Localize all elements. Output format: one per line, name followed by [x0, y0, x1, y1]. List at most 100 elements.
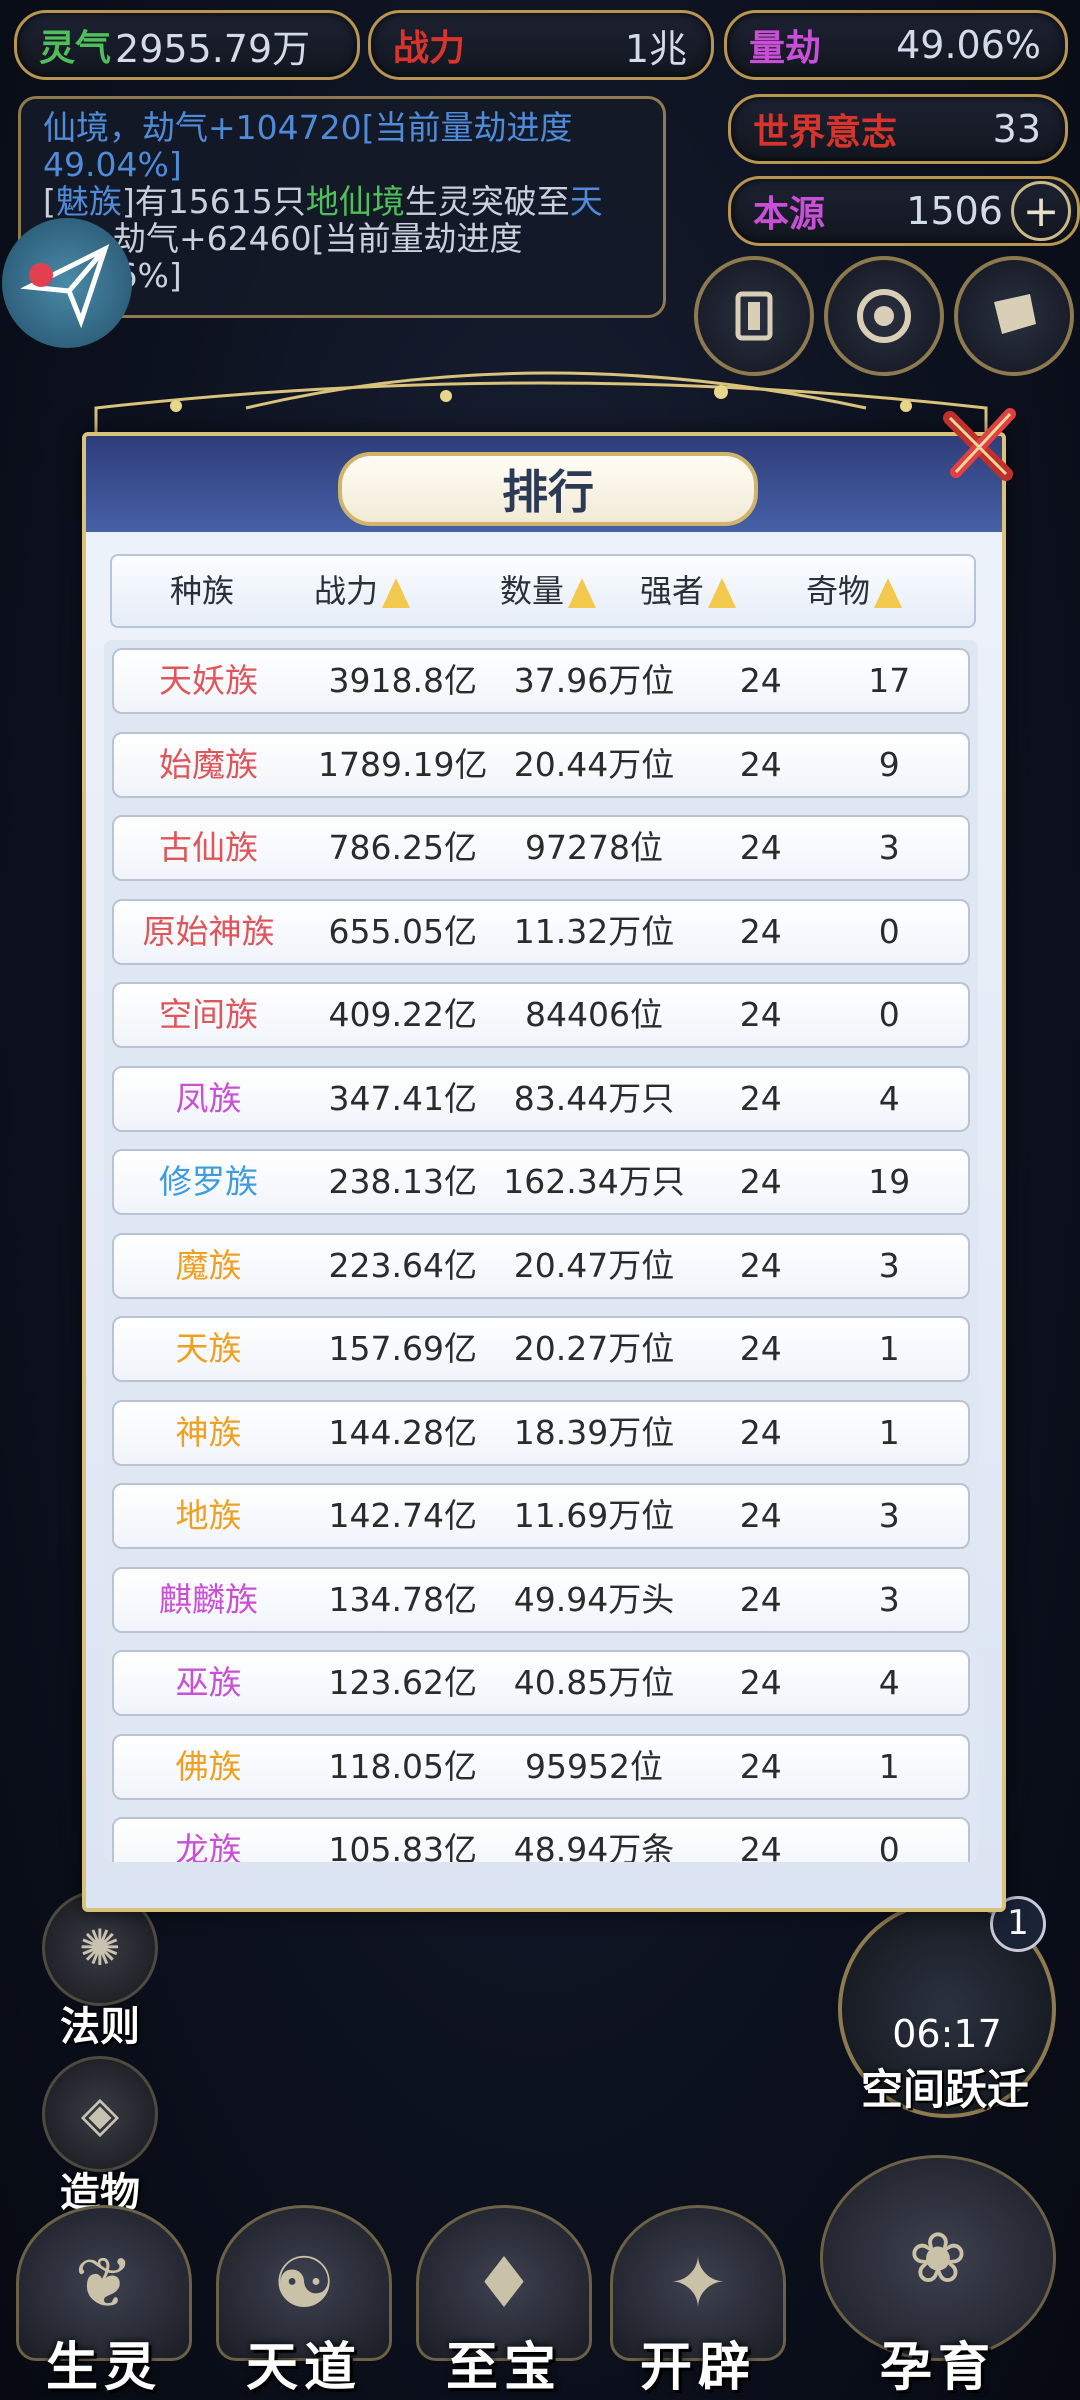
race-cell: 龙族 [175, 1830, 242, 1862]
items-cell: 3 [878, 1496, 900, 1535]
items-cell: 3 [878, 1579, 900, 1619]
count-cell: 20.44万位 [513, 744, 675, 784]
table-row[interactable]: 修罗族 238.13亿 162.34万只 24 19 [112, 1149, 970, 1215]
items-cell: 0 [878, 995, 900, 1034]
zhanli-pill: 战力 1兆 [368, 10, 714, 80]
creation-icon: ◈ [42, 2056, 158, 2172]
race-cell: 凤族 [175, 1078, 242, 1118]
lingqi-label: 灵气 [39, 28, 112, 69]
nav-tiandao[interactable]: ☯ 天道 [214, 2205, 394, 2400]
strong-cell: 24 [739, 1830, 782, 1862]
count-cell: 37.96万位 [513, 661, 675, 700]
table-row[interactable]: 地族 142.74亿 11.69万位 24 3 [112, 1483, 970, 1549]
race-cell: 巫族 [175, 1663, 242, 1702]
table-row[interactable]: 神族 144.28亿 18.39万位 24 1 [112, 1399, 970, 1466]
items-cell: 19 [868, 1162, 911, 1201]
lingqi-value: 2955.79万 [115, 26, 311, 71]
portal-button[interactable] [824, 256, 944, 376]
sort-arrow-icon [874, 578, 902, 608]
panel-title: 排行 [338, 452, 758, 526]
strong-cell: 24 [739, 661, 782, 700]
log-line-1: 仙境，劫气+104720[当前量劫进度49.04%] [43, 108, 573, 184]
strong-cell: 24 [739, 1162, 782, 1201]
race-cell: 佛族 [175, 1746, 242, 1786]
side-menu-zao[interactable]: ◈ 造物 [36, 2056, 164, 2218]
strong-cell: 24 [739, 1663, 782, 1702]
count-cell: 84406位 [525, 995, 663, 1034]
items-cell: 4 [878, 1078, 900, 1118]
book-button[interactable] [694, 256, 814, 376]
nav-zhibao[interactable]: ♦ 至宝 [414, 2205, 594, 2400]
sort-arrow-icon [568, 578, 596, 608]
items-cell: 1 [878, 1412, 900, 1452]
sort-by-items[interactable]: 奇物 [774, 556, 934, 626]
race-cell: 修罗族 [159, 1162, 259, 1201]
table-row[interactable]: 麒麟族 134.78亿 49.94万头 24 3 [112, 1566, 970, 1633]
paper-plane-icon [20, 244, 110, 329]
shijie-value: 33 [992, 107, 1041, 151]
items-cell: 3 [878, 828, 900, 867]
count-cell: 97278位 [525, 828, 663, 867]
nav-kaipi[interactable]: ✦ 开辟 [608, 2205, 788, 2400]
log-text: [ [43, 182, 56, 221]
strong-cell: 24 [739, 1078, 782, 1118]
nav-kaipi-label: 开辟 [639, 2338, 756, 2398]
race-cell: 天妖族 [159, 661, 259, 700]
header-count-label: 数量 [499, 572, 564, 610]
header-race: 种族 [112, 556, 292, 626]
log-text: 生灵突破至 [404, 182, 570, 221]
scroll-button[interactable] [954, 256, 1074, 376]
table-row[interactable]: 佛族 118.05亿 95952位 24 1 [112, 1733, 970, 1800]
liangjie-value: 49.06% [896, 23, 1041, 67]
ranking-list[interactable]: 天妖族 3918.8亿 37.96万位 24 17 始魔族 1789.19亿 20.44万位 2… [104, 640, 978, 1862]
strong-cell: 24 [739, 1245, 782, 1285]
table-row[interactable]: 空间族 409.22亿 84406位 24 0 [112, 982, 970, 1048]
items-cell: 4 [878, 1663, 900, 1702]
table-row[interactable]: 天妖族 3918.8亿 37.96万位 24 17 [112, 648, 970, 714]
race-cell: 天族 [175, 1329, 242, 1368]
log-line-4: 49.06%] [43, 257, 641, 294]
side-menu-fa[interactable]: ✺ 法则 [36, 1890, 164, 2052]
lingqi-pill: 灵气 2955.79万 [14, 10, 360, 80]
add-benyuan-button[interactable]: + [1011, 181, 1071, 241]
table-row[interactable]: 凤族 347.41亿 83.44万只 24 4 [112, 1065, 970, 1132]
count-cell: 20.27万位 [513, 1329, 675, 1368]
strong-cell: 24 [739, 828, 782, 867]
count-cell: 48.94万条 [513, 1830, 675, 1862]
benyuan-label: 本源 [753, 194, 826, 235]
close-button[interactable] [936, 398, 1026, 488]
count-cell: 83.44万只 [513, 1078, 675, 1118]
log-race: 魅族 [55, 182, 122, 221]
race-cell: 神族 [175, 1412, 242, 1452]
table-row[interactable]: 巫族 123.62亿 40.85万位 24 4 [112, 1650, 970, 1716]
table-row[interactable]: 天族 157.69亿 20.27万位 24 1 [112, 1316, 970, 1382]
strong-cell: 24 [739, 1412, 782, 1452]
table-row[interactable]: 始魔族 1789.19亿 20.44万位 24 9 [112, 731, 970, 798]
table-row[interactable]: 古仙族 786.25亿 97278位 24 3 [112, 815, 970, 881]
header-race-label: 种族 [169, 572, 234, 610]
count-cell: 20.47万位 [513, 1245, 675, 1285]
strong-cell: 24 [739, 1329, 782, 1368]
scroll-icon [994, 294, 1036, 334]
shijie-label: 世界意志 [753, 112, 898, 153]
nav-yunyu-label: 孕育 [879, 2338, 996, 2398]
strong-cell: 24 [739, 744, 782, 784]
sort-by-count[interactable]: 数量 [458, 556, 638, 626]
count-cell: 11.69万位 [513, 1496, 675, 1535]
zhanli-value: 1兆 [624, 26, 687, 71]
table-row[interactable]: 魔族 223.64亿 20.47万位 24 3 [112, 1232, 970, 1299]
race-cell: 始魔族 [159, 744, 259, 784]
nav-shengling[interactable]: ❦ 生灵 [14, 2205, 194, 2400]
shijie-pill: 世界意志 33 [728, 94, 1068, 164]
table-row[interactable]: 龙族 105.83亿 48.94万条 24 0 [112, 1817, 970, 1862]
table-row[interactable]: 原始神族 655.05亿 11.32万位 24 0 [112, 898, 970, 965]
sort-by-strong[interactable]: 强者 [618, 556, 758, 626]
paper-plane-avatar-button[interactable] [2, 218, 132, 348]
strong-cell: 24 [739, 1496, 782, 1535]
log-line-2: [魅族]有15615只地仙境生灵突破至天 [43, 183, 641, 220]
zhanli-label: 战力 [393, 28, 466, 69]
sort-by-power[interactable]: 战力 [272, 556, 452, 626]
race-cell: 原始神族 [142, 911, 275, 951]
race-cell: 地族 [175, 1496, 242, 1535]
nav-yunyu[interactable]: ❀ 孕育 [818, 2155, 1058, 2400]
